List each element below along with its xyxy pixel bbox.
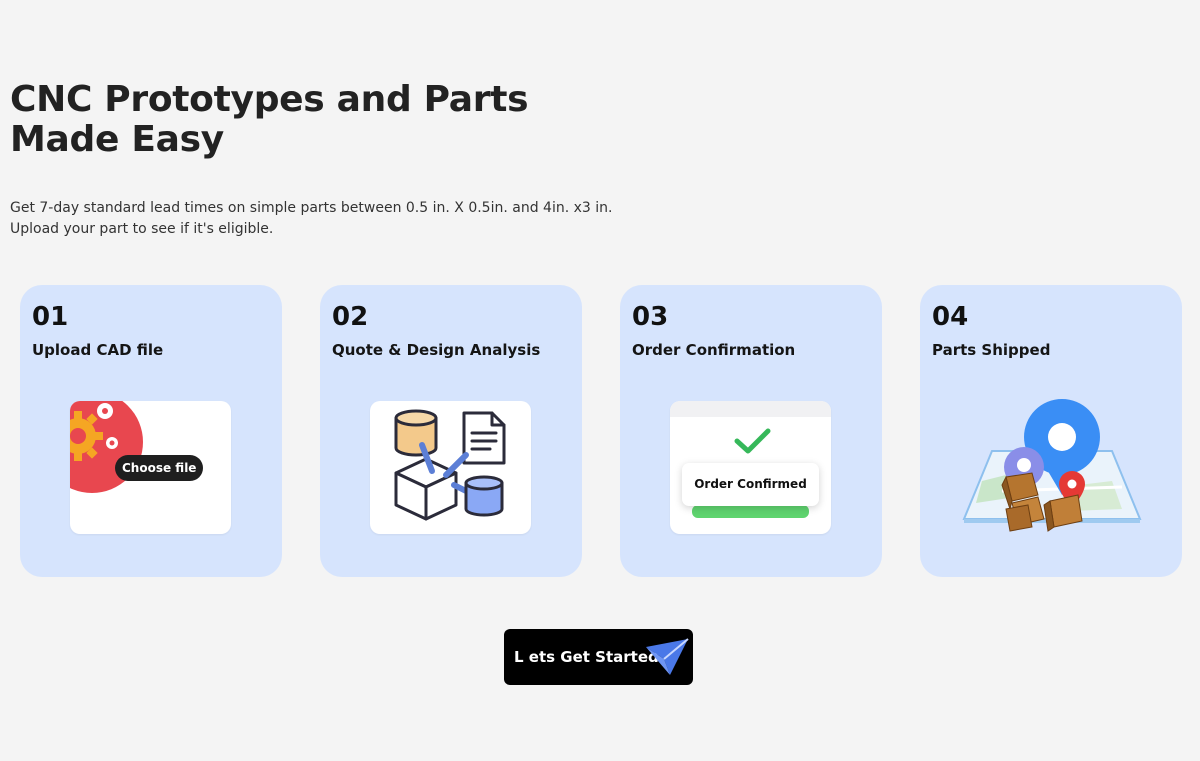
step-number: 01 [32, 302, 69, 332]
page-title-line-1: CNC Prototypes and Parts [10, 79, 529, 120]
confirmation-tile: Order Confirmed [670, 401, 831, 534]
step-label: Parts Shipped [932, 341, 1051, 359]
page-subtitle: Get 7-day standard lead times on simple … [10, 198, 612, 240]
design-analysis-icon [394, 409, 506, 521]
choose-file-button[interactable]: Choose file [115, 455, 204, 481]
step-number: 04 [932, 302, 969, 332]
shipping-map-icon [962, 399, 1142, 532]
step-card-confirmation: 03 Order Confirmation Order Confirmed [620, 285, 882, 577]
step-number: 02 [332, 302, 369, 332]
steps-section: 01 Upload CAD file Choose file 02 Quote … [20, 285, 1182, 577]
order-confirmed-badge: Order Confirmed [682, 463, 819, 506]
step-card-upload: 01 Upload CAD file Choose file [20, 285, 282, 577]
page-subtitle-line-2: Upload your part to see if it's eligible… [10, 221, 274, 237]
upload-tile[interactable]: Choose file [70, 401, 231, 534]
quote-tile [370, 401, 531, 534]
step-label: Quote & Design Analysis [332, 341, 541, 359]
get-started-button[interactable]: L ets Get Started [504, 629, 693, 685]
page-title-line-2: Made Easy [10, 119, 224, 160]
page-title: CNC Prototypes and Parts Made Easy [10, 79, 529, 160]
step-label: Upload CAD file [32, 341, 164, 359]
get-started-label: L ets Get Started [514, 648, 659, 666]
page-subtitle-line-1: Get 7-day standard lead times on simple … [10, 200, 613, 216]
paper-plane-icon [646, 638, 689, 675]
step-card-shipped: 04 Parts Shipped [920, 285, 1182, 577]
step-number: 03 [632, 302, 669, 332]
step-label: Order Confirmation [632, 341, 796, 359]
step-card-quote: 02 Quote & Design Analysis [320, 285, 582, 577]
